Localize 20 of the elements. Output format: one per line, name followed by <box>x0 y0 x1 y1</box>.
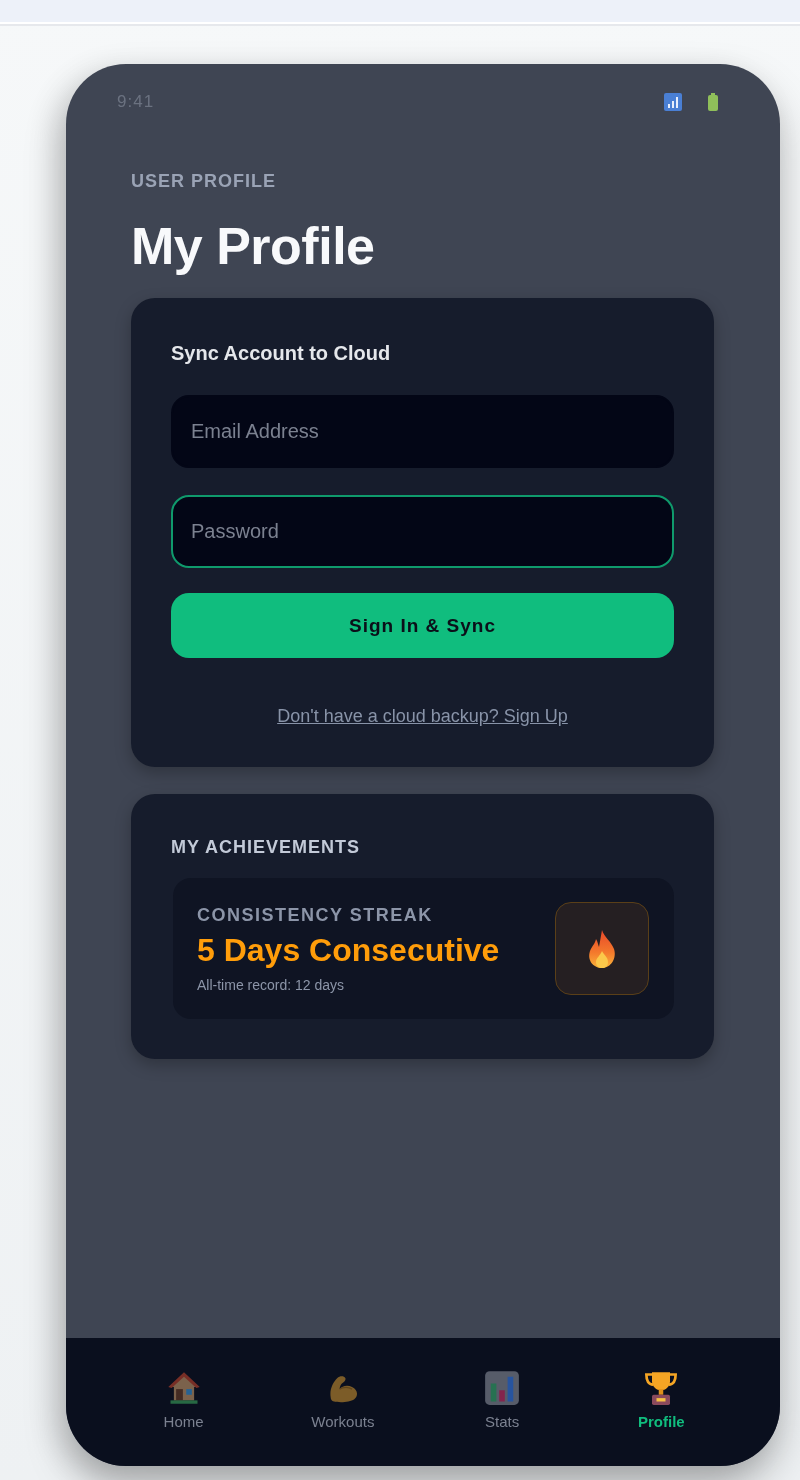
streak-label: CONSISTENCY STREAK <box>197 903 434 926</box>
section-eyebrow: USER PROFILE <box>131 170 277 192</box>
page-title: My Profile <box>131 216 376 276</box>
streak-value: 5 Days Consecutive <box>197 930 500 970</box>
text-field[interactable]: Email Address <box>171 395 674 468</box>
battery-icon <box>708 93 718 111</box>
tab-bar-item[interactable]: Home <box>163 1338 204 1431</box>
streak-record: All-time record: 12 days <box>197 975 346 994</box>
signal-icon <box>664 93 682 111</box>
bar-chart-icon <box>484 1370 521 1406</box>
trophy-icon <box>643 1370 680 1406</box>
sign-in-button[interactable]: Sign In & Sync <box>171 593 674 658</box>
flame-icon <box>555 902 649 995</box>
section-label: MY ACHIEVEMENTS <box>171 836 362 858</box>
card-title: Sync Account to Cloud <box>171 341 392 366</box>
tab-bar-item[interactable]: Profile <box>638 1338 685 1431</box>
tab-bar-item[interactable]: Stats <box>484 1338 521 1431</box>
tab-bar-item[interactable]: Workouts <box>311 1338 375 1431</box>
signup-link[interactable]: Don't have a cloud backup? Sign Up <box>277 705 568 727</box>
text-field[interactable]: Password <box>171 495 674 568</box>
